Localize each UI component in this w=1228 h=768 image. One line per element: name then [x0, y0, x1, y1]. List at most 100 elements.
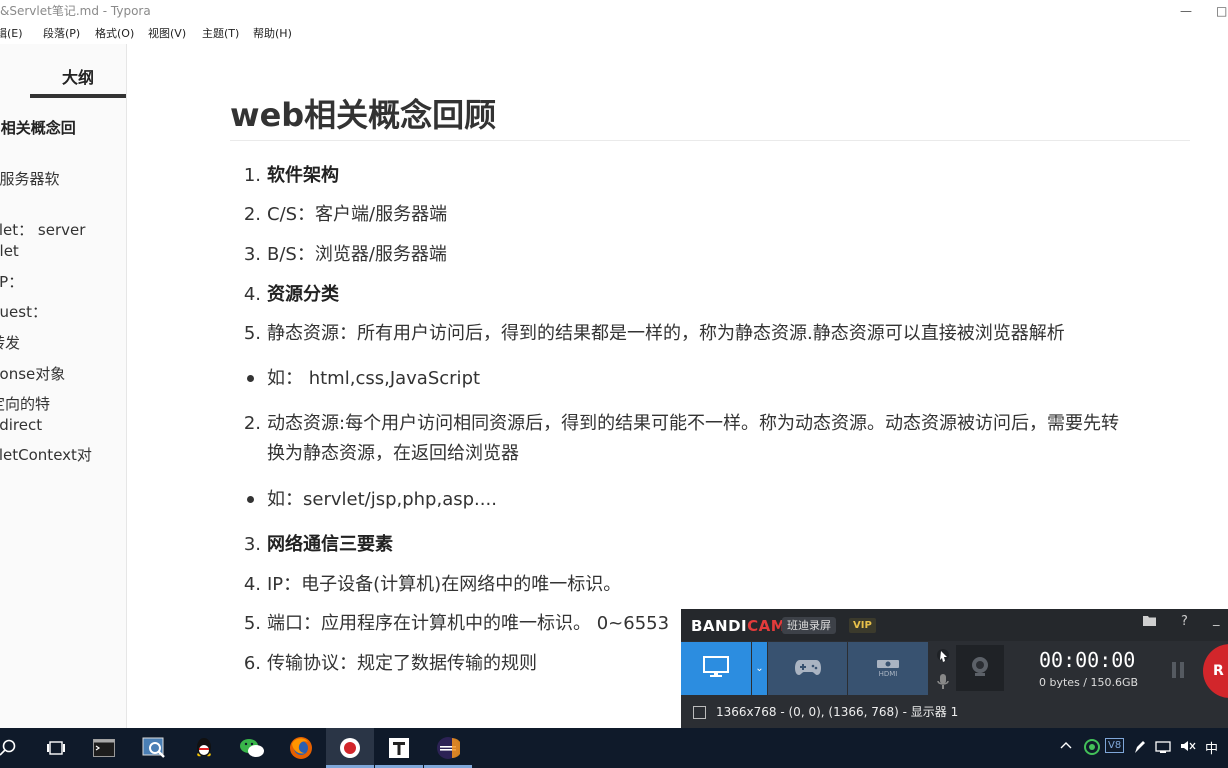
webcam-icon [969, 655, 991, 681]
page-title: web相关概念回顾 [230, 96, 497, 134]
recording-timer: 00:00:00 [1039, 648, 1136, 672]
wechat-icon[interactable] [238, 734, 266, 762]
menu-format[interactable]: 格式(O) [95, 23, 134, 44]
search-icon[interactable] [0, 734, 22, 762]
logo-text-b: CAM [747, 617, 787, 635]
screen-mode-button[interactable] [681, 642, 751, 695]
list-item: 2. 动态资源:每个用户访问相同资源后，得到的结果可能不一样。称为动态资源。动态资… [239, 409, 1119, 439]
hdmi-label: HDMI [878, 670, 898, 678]
menu-bar: 辑(E) 段落(P) 格式(O) 视图(V) 主题(T) 帮助(H) [0, 23, 1228, 44]
recording-status: 00:00:00 0 bytes / 150.6GB [1027, 645, 1167, 695]
list-item: 5. 端口：应用程序在计算机中的唯一标识。 0~6553 [239, 609, 669, 639]
list-item: 4. IP：电子设备(计算机)在网络中的唯一标识。 [239, 570, 621, 600]
list-item: 3. 网络通信三要素 [239, 530, 393, 560]
list-text: 资源分类 [267, 284, 339, 305]
list-item: 4. 资源分类 [239, 280, 339, 310]
game-mode-button[interactable] [768, 642, 847, 695]
outline-item[interactable]: edirect [0, 415, 42, 436]
mode-dropdown-button[interactable]: ⌄ [752, 642, 767, 695]
list-text: 静态资源：所有用户访问后，得到的结果都是一样的，称为静态资源.静态资源可以直接被… [267, 323, 1065, 344]
list-number: 6. [243, 653, 261, 674]
minimize-button[interactable]: — [1180, 0, 1194, 23]
area-checkbox[interactable] [693, 706, 706, 719]
device-mode-button[interactable]: HDMI [848, 642, 928, 695]
list-number: 2. [243, 204, 261, 225]
microphone-icon[interactable] [936, 673, 950, 695]
outline-item[interactable]: 定向的特 [0, 394, 50, 415]
capture-resolution: 1366x768 - (0, 0), (1366, 768) - 显示器 1 [716, 705, 959, 719]
list-number: 1. [243, 165, 261, 186]
list-item: 6. 传输协议：规定了数据传输的规则 [239, 649, 537, 679]
outline-item[interactable]: b相关概念回 [0, 118, 76, 139]
list-item: 换为静态资源，在返回给浏览器 [239, 439, 519, 469]
list-text: 如： html,css,JavaScript [267, 368, 481, 389]
list-text: IP：电子设备(计算机)在网络中的唯一标识。 [267, 574, 622, 595]
folder-icon[interactable] [1143, 615, 1156, 630]
vip-badge[interactable]: VIP [849, 618, 876, 633]
sync-status-icon[interactable] [1084, 739, 1100, 759]
menu-edit[interactable]: 辑(E) [0, 23, 23, 44]
record-button[interactable]: R [1203, 644, 1228, 698]
outline-tab-indicator [30, 94, 126, 98]
maximize-button[interactable]: □ [1216, 0, 1228, 23]
help-button[interactable]: ? [1181, 614, 1188, 629]
list-number: 4. [243, 284, 261, 305]
list-number: 5. [243, 323, 261, 344]
list-item: 如：servlet/jsp,php,asp.... [239, 485, 497, 515]
list-number: 4. [243, 574, 261, 595]
bandicam-icon[interactable] [336, 734, 364, 762]
menu-paragraph[interactable]: 段落(P) [43, 23, 80, 44]
title-bar: &Servlet笔记.md - Typora — □ [0, 0, 1228, 23]
pause-icon[interactable] [1171, 661, 1185, 679]
menu-view[interactable]: 视图(V) [148, 23, 186, 44]
outline-sidebar: 大纲 b相关概念回 b服务器软 vlet： server blet TP： qu… [0, 44, 127, 728]
outline-item[interactable]: quest： [0, 302, 47, 323]
list-item: 如： html,css,JavaScript [239, 364, 480, 394]
list-text: 软件架构 [267, 165, 339, 186]
outline-item[interactable]: b服务器软 [0, 169, 60, 190]
firefox-icon[interactable] [287, 734, 315, 762]
list-number: 3. [243, 244, 261, 265]
menu-theme[interactable]: 主题(T) [202, 23, 239, 44]
gamepad-icon [794, 658, 822, 680]
cursor-icon[interactable] [936, 648, 950, 668]
outline-item[interactable]: TP： [0, 272, 23, 293]
logo-text-a: BANDI [691, 617, 748, 635]
pen-icon[interactable] [1133, 739, 1147, 759]
image-viewer-icon[interactable] [140, 734, 168, 762]
bandicam-window: BANDICAM 班迪录屏 VIP ? _ ⌄ HDMI 00:00:00 0 … [681, 609, 1228, 728]
title-divider [230, 140, 1190, 141]
list-text: 如：servlet/jsp,php,asp.... [267, 489, 497, 510]
bandicam-minimize-button[interactable]: _ [1213, 612, 1220, 627]
hdmi-icon: HDMI [876, 659, 900, 678]
qq-icon[interactable] [190, 734, 218, 762]
audio-controls [932, 642, 954, 695]
chevron-up-icon[interactable] [1060, 739, 1072, 754]
webcam-button[interactable] [956, 645, 1004, 691]
outline-item[interactable]: vletContext对 [0, 445, 92, 466]
list-item: 1. 软件架构 [239, 161, 339, 191]
input-method-indicator[interactable]: 中 [1205, 738, 1218, 757]
list-item: 2. C/S：客户端/服务器端 [239, 200, 447, 230]
v8-tray-icon[interactable]: V8 [1105, 738, 1125, 753]
network-icon[interactable] [1155, 740, 1171, 758]
outline-tab[interactable]: 大纲 [30, 64, 126, 88]
terminal-icon[interactable] [90, 734, 118, 762]
outline-item[interactable]: vlet： server [0, 220, 85, 241]
list-text: 端口：应用程序在计算机中的唯一标识。 0~6553 [267, 613, 670, 634]
volume-muted-icon[interactable] [1180, 739, 1196, 757]
list-text: B/S：浏览器/服务器端 [267, 244, 447, 265]
list-item: 3. B/S：浏览器/服务器端 [239, 240, 447, 270]
outline-item[interactable]: ponse对象 [0, 364, 65, 385]
typora-icon[interactable] [385, 734, 413, 762]
outline-item[interactable]: blet [0, 241, 19, 262]
list-text: C/S：客户端/服务器端 [267, 204, 448, 225]
eclipse-icon[interactable] [434, 734, 462, 762]
outline-item[interactable]: 转发 [0, 333, 20, 354]
list-text: 换为静态资源，在返回给浏览器 [267, 443, 519, 464]
menu-help[interactable]: 帮助(H) [253, 23, 292, 44]
file-size: 0 bytes / 150.6GB [1039, 676, 1139, 689]
bandicam-header: BANDICAM 班迪录屏 VIP ? _ [681, 609, 1228, 641]
list-text: 动态资源:每个用户访问相同资源后，得到的结果可能不一样。称为动态资源。动态资源被… [267, 413, 1120, 434]
task-view-icon[interactable] [42, 734, 70, 762]
